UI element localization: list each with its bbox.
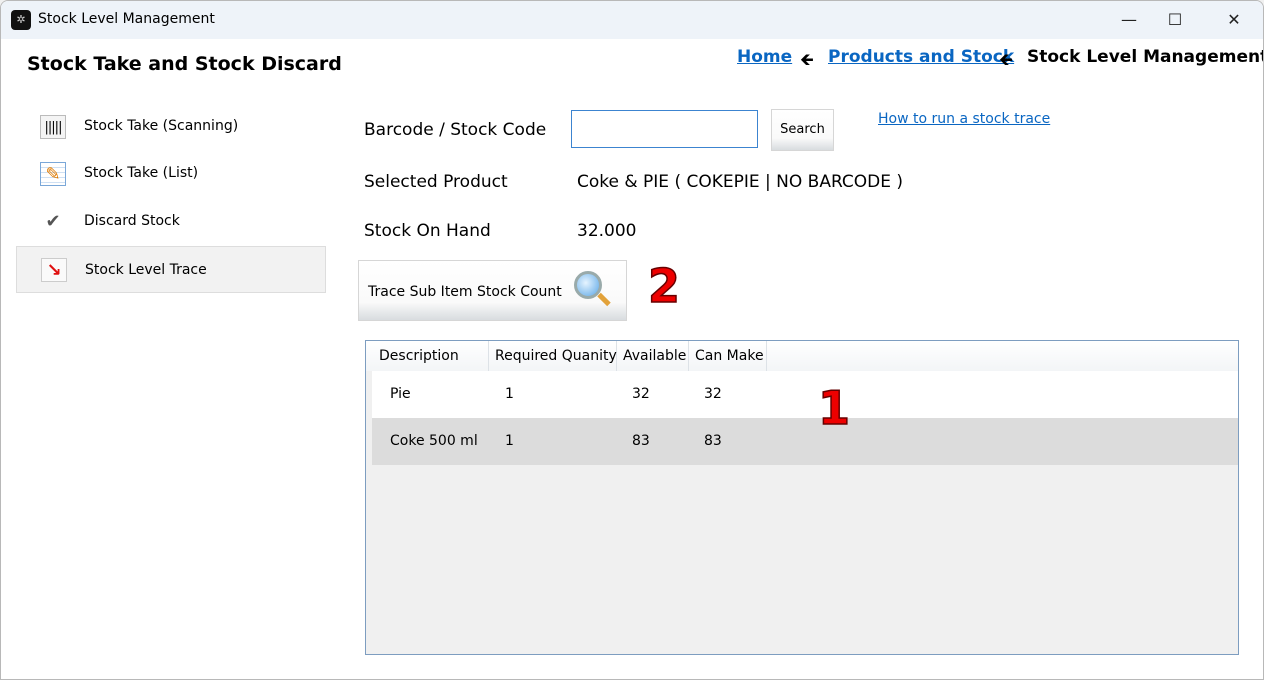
sidebar-item-label: Stock Level Trace [85,262,207,278]
breadcrumb-products: Products and Stock [828,47,1014,67]
annotation-1: 1 [817,380,851,436]
page-title: Stock Take and Stock Discard [27,53,342,75]
barcode-label: Barcode / Stock Code [364,120,547,140]
cell-required-quantity: 1 [505,433,514,449]
sidebar-item-stock-level-trace[interactable]: ↘ Stock Level Trace [16,246,326,293]
cell-available: 32 [632,386,650,402]
sidebar-item-label: Discard Stock [84,213,180,229]
title-bar: ✲ Stock Level Management — ☐ ✕ [1,1,1263,39]
cell-description: Pie [390,386,411,402]
minimize-button[interactable]: — [1106,1,1152,39]
column-header-available[interactable]: Available [617,341,689,371]
column-header-required-quantity[interactable]: Required Quanity [489,341,617,371]
cell-description: Coke 500 ml [390,433,478,449]
app-icon: ✲ [11,10,31,30]
app-window: ✲ Stock Level Management — ☐ ✕ Stock Tak… [0,0,1264,680]
search-button[interactable]: Search [771,109,834,151]
arrow-left-icon: 🡸 [999,50,1013,70]
help-link[interactable]: How to run a stock trace [878,111,1050,127]
window-title: Stock Level Management [38,11,215,27]
cell-can-make: 83 [704,433,722,449]
trend-down-icon: ↘ [41,258,67,282]
barcode-input[interactable] [571,110,758,148]
barcode-icon: ||||| [40,115,66,139]
stock-on-hand-value: 32.000 [577,221,637,241]
selected-product-value: Coke & PIE ( COKEPIE | NO BARCODE ) [577,172,904,192]
trace-sub-item-button[interactable]: Trace Sub Item Stock Count [358,260,627,321]
table-row[interactable]: Coke 500 ml 1 83 83 [372,418,1238,465]
sidebar-item-stock-take-scanning[interactable]: ||||| Stock Take (Scanning) [16,104,326,151]
cell-can-make: 32 [704,386,722,402]
trace-button-label: Trace Sub Item Stock Count [368,284,562,300]
breadcrumb-home: Home [737,47,792,67]
arrow-left-icon: 🡸 [800,50,814,70]
discard-icon: ✔ [45,211,61,232]
sidebar-item-discard-stock[interactable]: ✔ Discard Stock [16,199,326,246]
maximize-button[interactable]: ☐ [1152,1,1198,39]
stock-on-hand-label: Stock On Hand [364,221,491,241]
column-header-can-make[interactable]: Can Make [689,341,767,371]
selected-product-label: Selected Product [364,172,508,192]
list-edit-icon: ✎ [40,162,66,186]
cell-available: 83 [632,433,650,449]
close-button[interactable]: ✕ [1211,1,1257,39]
magnifier-handle [597,292,611,307]
annotation-2: 2 [647,258,681,314]
cell-required-quantity: 1 [505,386,514,402]
grid-header: Description Required Quanity Available C… [366,341,1238,371]
table-row[interactable]: Pie 1 32 32 [372,371,1238,418]
sub-items-grid: Description Required Quanity Available C… [365,340,1239,655]
sidebar-item-stock-take-list[interactable]: ✎ Stock Take (List) [16,151,326,198]
sidebar-item-label: Stock Take (List) [84,165,199,181]
breadcrumb-products-link[interactable]: Products and Stock [828,47,1014,67]
column-header-description[interactable]: Description [373,341,489,371]
sidebar-item-label: Stock Take (Scanning) [84,118,239,134]
breadcrumb-current: Stock Level Management [1027,47,1264,67]
breadcrumb-home-link[interactable]: Home [737,47,792,67]
